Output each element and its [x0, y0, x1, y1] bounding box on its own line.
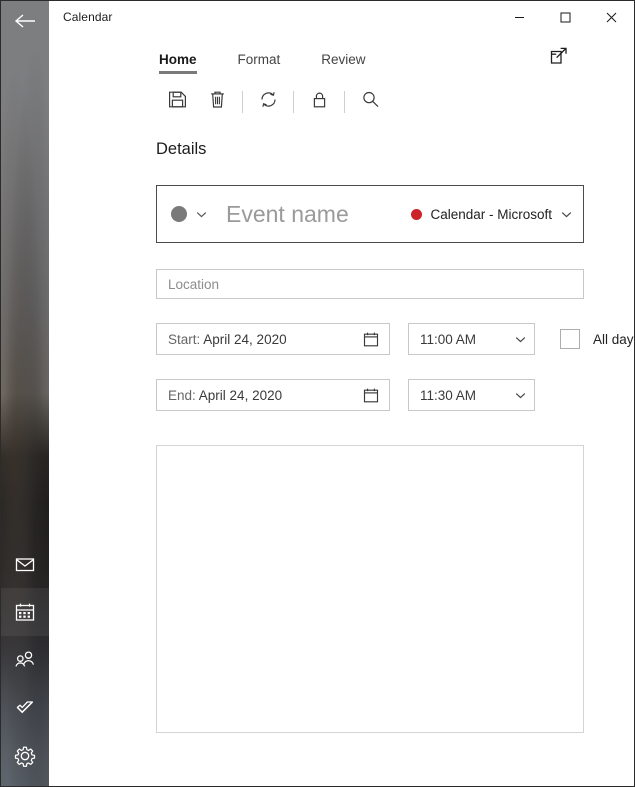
calendar-picker[interactable]: Calendar - Microsoft — [401, 207, 573, 222]
private-button[interactable] — [299, 84, 339, 120]
title-bar: Calendar — [49, 1, 634, 33]
close-button[interactable] — [588, 1, 634, 33]
rail-item-list — [1, 540, 49, 780]
tab-review[interactable]: Review — [321, 52, 365, 74]
end-date-calendar-icon[interactable] — [360, 384, 382, 406]
back-button[interactable] — [1, 3, 49, 39]
window-controls — [496, 1, 634, 33]
open-in-new-window-button[interactable] — [546, 43, 572, 69]
calendar-name-label: Calendar - Microsoft — [430, 206, 552, 222]
tab-home[interactable]: Home — [159, 52, 197, 74]
all-day-label: All day — [593, 331, 634, 347]
calendar-icon — [14, 601, 36, 623]
trash-icon — [207, 89, 228, 115]
event-name-field[interactable]: Event name Calendar - Microsoft — [156, 185, 584, 243]
end-date-field[interactable]: End: April 24, 2020 — [156, 379, 390, 411]
content-pane: Calendar Home Format Review Details Even… — [49, 1, 634, 786]
page-title: Details — [156, 140, 207, 158]
end-time-chevron-down-icon[interactable] — [514, 389, 527, 402]
people-icon — [13, 649, 37, 671]
busy-status-button[interactable] — [248, 84, 288, 120]
event-details-form: Details Event name Calendar - Microsoft — [49, 140, 634, 733]
ribbon: Home Format Review — [49, 33, 634, 124]
end-date-text: End: April 24, 2020 — [168, 388, 282, 403]
lock-icon — [309, 89, 330, 115]
location-input[interactable]: Location — [168, 277, 219, 292]
save-button[interactable] — [157, 84, 197, 120]
start-date-value: April 24, 2020 — [203, 331, 287, 347]
sync-circular-arrows-icon — [258, 89, 279, 115]
save-floppy-icon — [167, 89, 188, 115]
search-button[interactable] — [350, 84, 390, 120]
command-separator — [293, 91, 294, 113]
tab-format[interactable]: Format — [238, 52, 281, 74]
command-separator — [242, 91, 243, 113]
sidebar-item-settings[interactable] — [1, 732, 49, 780]
start-time-dropdown[interactable]: 11:00 AM — [408, 323, 535, 355]
gear-icon — [14, 745, 36, 767]
maximize-button[interactable] — [542, 1, 588, 33]
start-time-chevron-down-icon[interactable] — [514, 333, 527, 346]
event-color-chevron-down-icon[interactable] — [195, 208, 208, 221]
window-title: Calendar — [63, 10, 113, 24]
search-icon — [360, 89, 381, 115]
end-time-dropdown[interactable]: 11:30 AM — [408, 379, 535, 411]
start-date-field[interactable]: Start: April 24, 2020 — [156, 323, 390, 355]
calendar-chevron-down-icon[interactable] — [560, 208, 573, 221]
location-field[interactable]: Location — [156, 269, 584, 299]
start-date-text: Start: April 24, 2020 — [168, 332, 287, 347]
end-date-value: April 24, 2020 — [198, 387, 283, 403]
navigation-rail — [1, 1, 49, 786]
calendar-color-swatch — [411, 208, 423, 220]
event-color-swatch — [171, 206, 187, 222]
sidebar-item-calendar[interactable] — [1, 588, 49, 636]
start-date-calendar-icon[interactable] — [360, 328, 382, 350]
event-name-input[interactable]: Event name — [226, 201, 349, 228]
sidebar-item-people[interactable] — [1, 636, 49, 684]
calendar-event-window: Calendar Home Format Review Details Even… — [0, 0, 635, 787]
tasks-checkmark-icon — [13, 697, 37, 719]
sidebar-item-tasks[interactable] — [1, 684, 49, 732]
all-day-toggle[interactable]: All day — [560, 329, 634, 349]
command-separator — [344, 91, 345, 113]
start-time-value: 11:00 AM — [420, 331, 477, 347]
start-row: Start: April 24, 2020 11:00 AM All day — [156, 323, 634, 355]
event-notes-editor[interactable] — [156, 445, 584, 733]
start-label: Start: — [168, 331, 201, 347]
mail-icon — [14, 553, 36, 575]
sidebar-item-mail[interactable] — [1, 540, 49, 588]
end-time-value: 11:30 AM — [420, 387, 477, 403]
end-label: End: — [168, 387, 196, 403]
delete-button[interactable] — [197, 84, 237, 120]
command-bar — [49, 80, 634, 124]
event-name-left: Event name — [171, 201, 349, 228]
end-row: End: April 24, 2020 11:30 AM — [156, 379, 584, 411]
all-day-checkbox[interactable] — [560, 329, 580, 349]
minimize-button[interactable] — [496, 1, 542, 33]
